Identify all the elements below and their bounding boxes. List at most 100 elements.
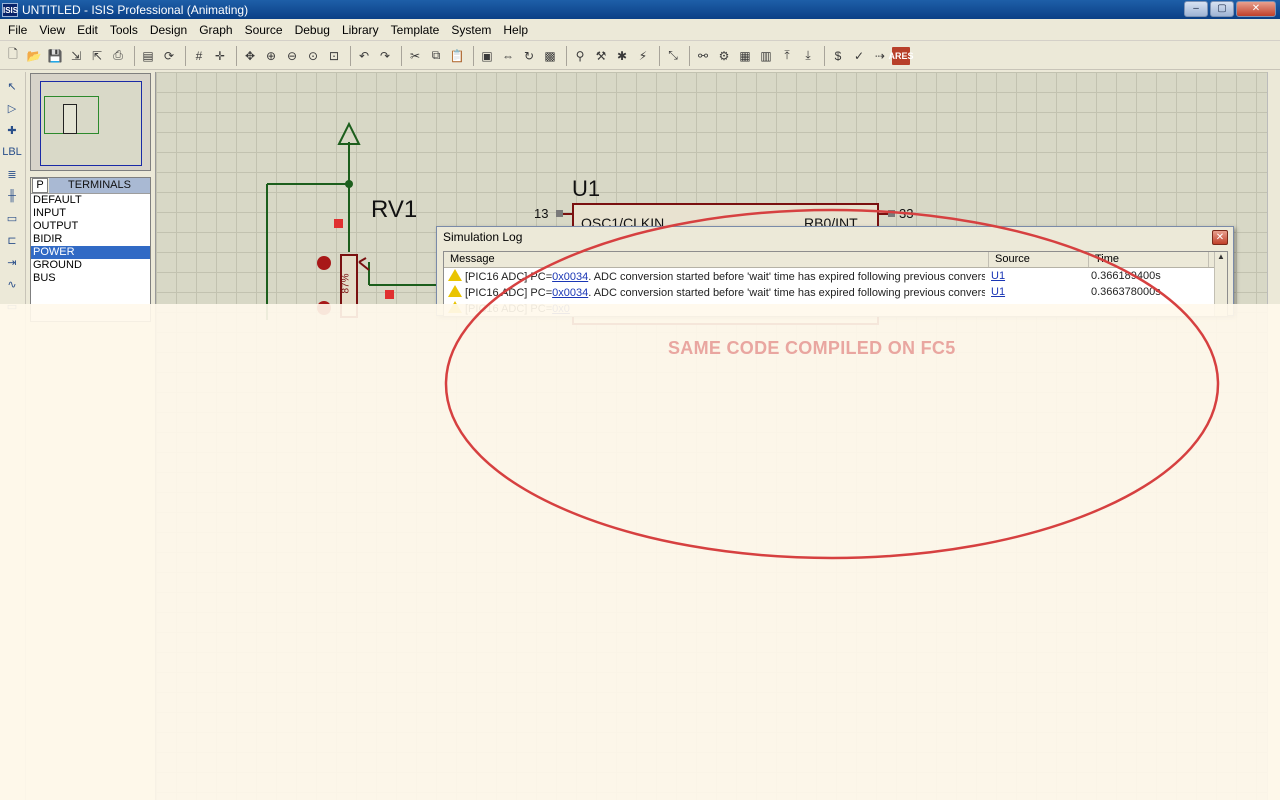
selection-icon[interactable]: ↖ [3, 78, 21, 94]
terminal-item-power[interactable]: POWER [31, 246, 150, 259]
menu-graph[interactable]: Graph [193, 23, 238, 37]
pan-icon[interactable]: ✥ [241, 47, 259, 65]
log-pc-link[interactable]: 0x0034 [552, 287, 588, 299]
maximize-button[interactable]: ▢ [1210, 1, 1234, 17]
refresh-icon[interactable]: ⟳ [160, 47, 178, 65]
zoom-in-icon[interactable]: ⊕ [262, 47, 280, 65]
terminal-item-bus[interactable]: BUS [31, 272, 150, 285]
component-icon[interactable]: ▷ [3, 100, 21, 116]
log-message: [PIC16 ADC] PC=0x0034. ADC conversion st… [444, 268, 985, 285]
menu-help[interactable]: Help [497, 23, 534, 37]
log-row[interactable]: [PIC16 ADC] PC=0x0034. ADC conversion st… [444, 284, 1227, 300]
wire-autorouter-icon[interactable]: ⤡ [664, 47, 682, 65]
subcircuit-icon[interactable]: ▭ [3, 210, 21, 226]
terminals-icon[interactable]: ⊏ [3, 232, 21, 248]
toolbar-separator [824, 45, 825, 66]
menu-system[interactable]: System [445, 23, 497, 37]
pin-marker [888, 210, 895, 217]
log-row[interactable]: [PIC16 ADC] PC=0x0034. ADC conversion st… [444, 268, 1227, 284]
log-message-text: . ADC conversion started before 'wait' t… [588, 270, 985, 283]
block-copy-icon[interactable]: ▣ [478, 47, 496, 65]
bill-of-materials-icon[interactable]: $ [829, 47, 847, 65]
property-assign-icon[interactable]: ⚙ [715, 47, 733, 65]
toolbar-separator [401, 45, 402, 66]
print-icon[interactable]: ⎙ [109, 47, 127, 65]
zoom-area-icon[interactable]: ⊡ [325, 47, 343, 65]
copy-icon[interactable]: ⧉ [427, 47, 445, 65]
search-icon[interactable]: ⚯ [694, 47, 712, 65]
log-message-prefix: [PIC16 ADC] PC= [465, 286, 553, 299]
terminal-item-input[interactable]: INPUT [31, 207, 150, 220]
terminal-item-default[interactable]: DEFAULT [31, 194, 150, 207]
terminal-item-output[interactable]: OUTPUT [31, 220, 150, 233]
menu-debug[interactable]: Debug [289, 23, 336, 37]
paste-icon[interactable]: 📋 [448, 47, 466, 65]
origin-icon[interactable]: ✛ [211, 47, 229, 65]
zoom-out-icon[interactable]: ⊖ [283, 47, 301, 65]
open-icon[interactable]: 📂 [25, 47, 43, 65]
block-rotate-icon[interactable]: ↻ [520, 47, 538, 65]
menu-template[interactable]: Template [385, 23, 446, 37]
save-icon[interactable]: 💾 [46, 47, 64, 65]
decompose-icon[interactable]: ⚡ [634, 47, 652, 65]
graph-icon[interactable]: ∿ [3, 276, 21, 292]
undo-icon[interactable]: ↶ [355, 47, 373, 65]
column-header-source[interactable]: Source [989, 252, 1089, 267]
log-pc-link[interactable]: 0x0034 [552, 271, 588, 283]
new-sheet-icon[interactable]: ▦ [736, 47, 754, 65]
log-source-link[interactable]: U1 [985, 284, 1085, 300]
remove-sheet-icon[interactable]: ▥ [757, 47, 775, 65]
packaging-icon[interactable]: ✱ [613, 47, 631, 65]
device-pins-icon[interactable]: ⇥ [3, 254, 21, 270]
terminal-item-bidir[interactable]: BIDIR [31, 233, 150, 246]
menu-design[interactable]: Design [144, 23, 193, 37]
overview-window[interactable] [30, 73, 151, 171]
block-delete-icon[interactable]: ▩ [541, 47, 559, 65]
ares-icon[interactable]: ARES [889, 46, 914, 65]
electrical-rules-icon[interactable]: ✓ [850, 47, 868, 65]
block-move-icon[interactable]: ⇔ [499, 47, 517, 65]
grid-icon[interactable]: # [190, 47, 208, 65]
log-source-link[interactable]: U1 [985, 268, 1085, 284]
close-button[interactable]: ✕ [1236, 1, 1276, 17]
buses-icon[interactable]: ╫ [3, 188, 21, 204]
netlist-to-ares-icon[interactable]: ⇢ [871, 47, 889, 65]
exit-to-parent-icon[interactable]: ⤒ [778, 47, 796, 65]
menu-view[interactable]: View [33, 23, 71, 37]
simulation-log-window[interactable]: Simulation Log ✕ Message Source Time [PI… [436, 226, 1234, 317]
export-icon[interactable]: ⇱ [88, 47, 106, 65]
junction-icon[interactable]: ✚ [3, 122, 21, 138]
junction-dot [345, 180, 353, 188]
menu-tools[interactable]: Tools [104, 23, 144, 37]
cut-icon[interactable]: ✂ [406, 47, 424, 65]
minimize-button[interactable]: ‒ [1184, 1, 1208, 17]
column-header-message[interactable]: Message [444, 252, 989, 267]
overview-viewport[interactable] [40, 81, 142, 166]
title-bar: ISIS UNTITLED - ISIS Professional (Anima… [0, 0, 1280, 19]
menu-edit[interactable]: Edit [71, 23, 104, 37]
log-time: 0.366189400s [1091, 270, 1161, 282]
new-icon[interactable]: 🗋 [4, 47, 22, 65]
redo-icon[interactable]: ↷ [376, 47, 394, 65]
simulation-log-close-button[interactable]: ✕ [1212, 230, 1228, 245]
zoom-to-child-icon[interactable]: ⤓ [799, 47, 817, 65]
u1-label: U1 [572, 176, 601, 201]
warning-icon [448, 268, 462, 281]
menu-source[interactable]: Source [239, 23, 289, 37]
zoom-all-icon[interactable]: ⊙ [304, 47, 322, 65]
wire-label-icon[interactable]: LBL [2, 144, 22, 160]
object-selector: P TERMINALS DEFAULT INPUT OUTPUT BIDIR POWER… [30, 177, 151, 322]
pick-device-icon[interactable]: ⚲ [571, 47, 589, 65]
column-header-time[interactable]: Time [1089, 252, 1209, 267]
text-script-icon[interactable]: ≣ [3, 166, 21, 182]
rv1-value: 87% [340, 273, 352, 294]
menu-library[interactable]: Library [336, 23, 385, 37]
print-area-icon[interactable]: ▤ [139, 47, 157, 65]
toolbar-separator [689, 45, 690, 66]
import-icon[interactable]: ⇲ [67, 47, 85, 65]
pick-devices-button[interactable]: P [32, 178, 48, 193]
make-device-icon[interactable]: ⚒ [592, 47, 610, 65]
terminal-item-ground[interactable]: GROUND [31, 259, 150, 272]
menu-bar: File View Edit Tools Design Graph Source Debug L… [0, 19, 1280, 41]
menu-file[interactable]: File [2, 23, 33, 37]
